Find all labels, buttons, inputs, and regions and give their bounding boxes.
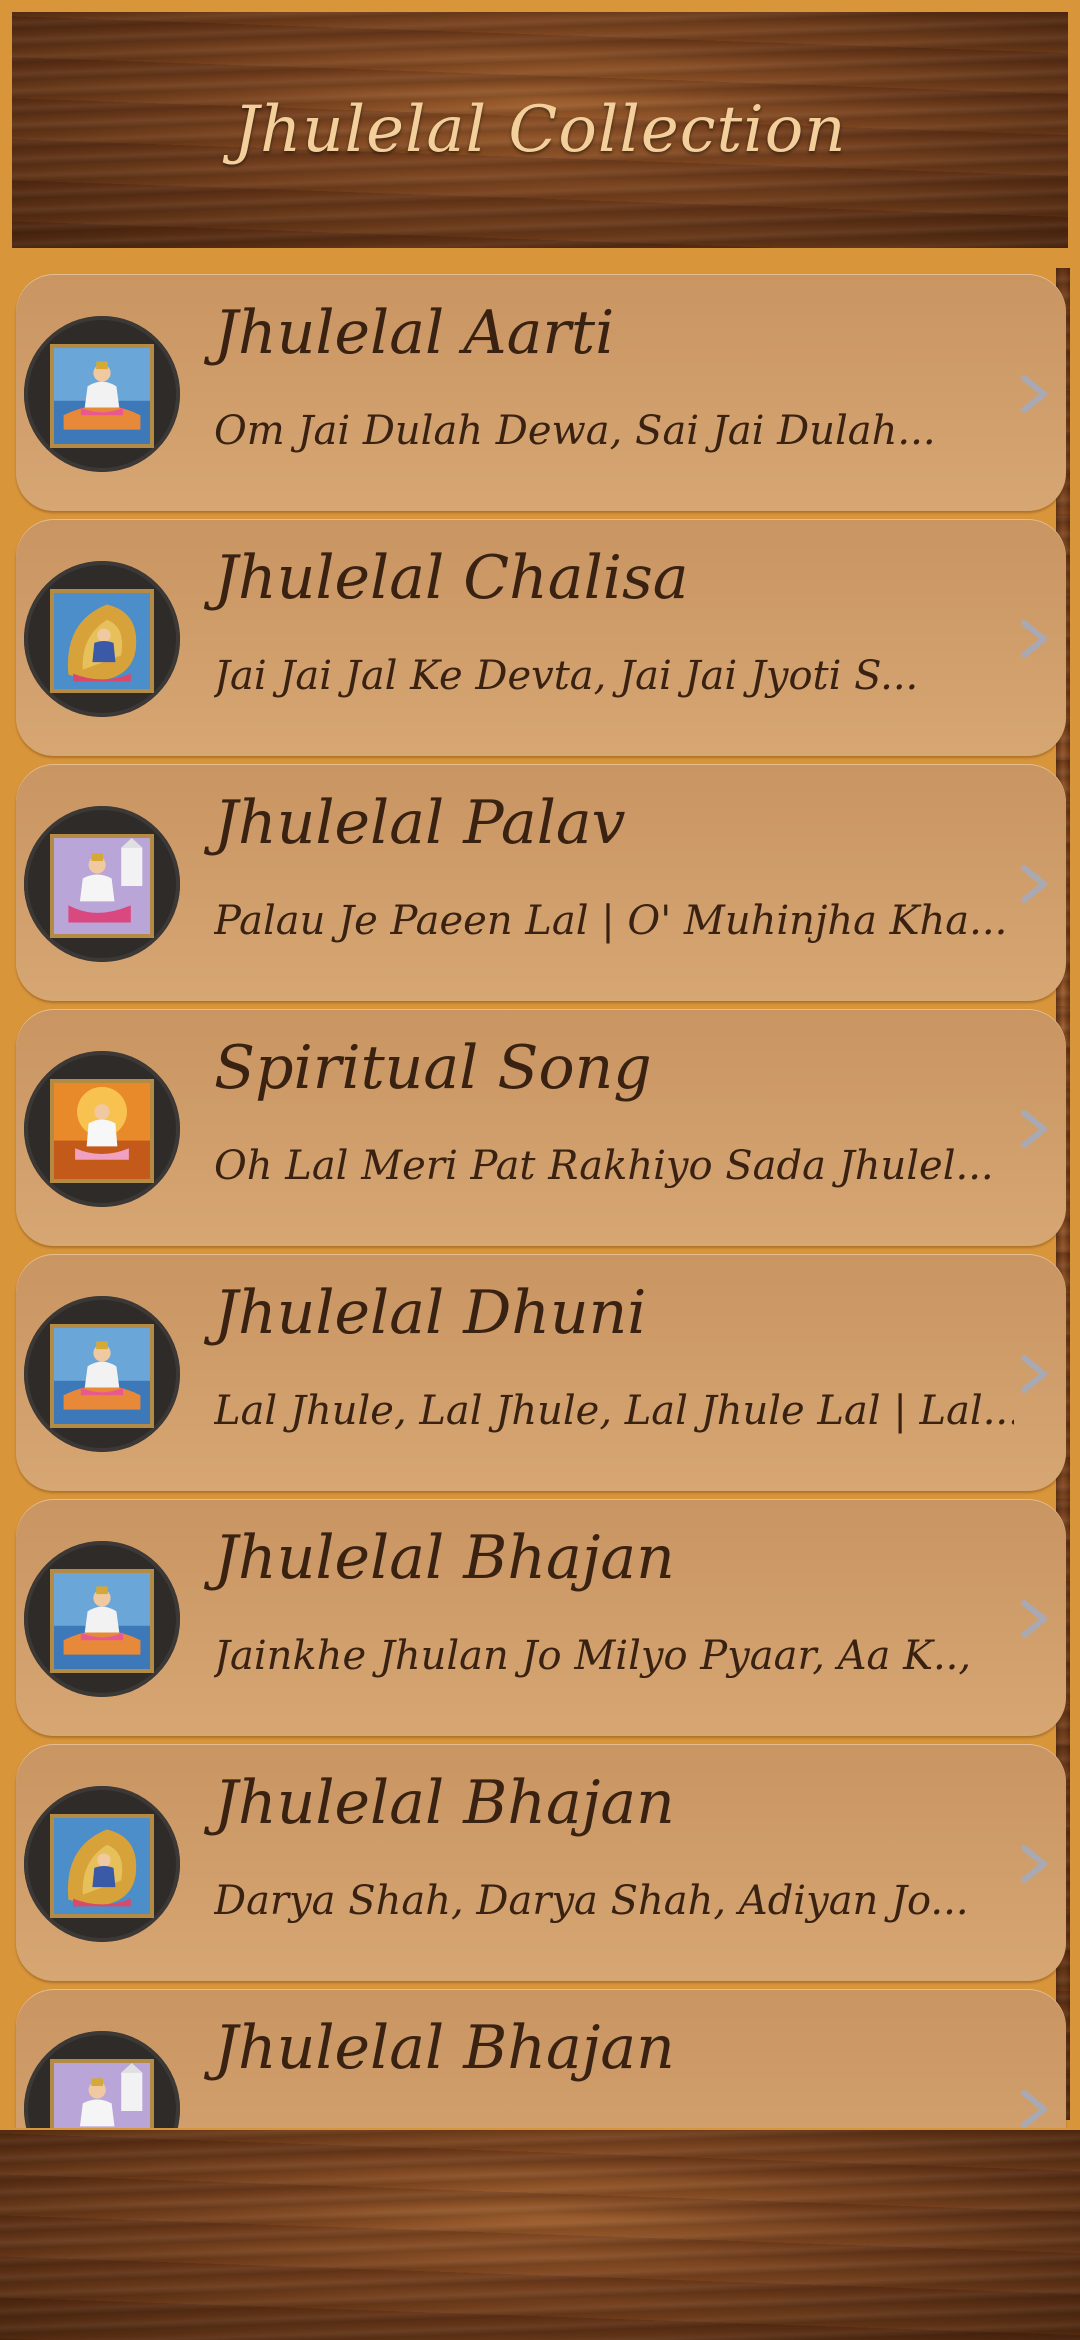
item-subtitle: Darya Shah, Darya Shah, Adiyan Jo... bbox=[214, 1878, 969, 1924]
thumbnail-image bbox=[50, 834, 154, 938]
thumbnail-image bbox=[50, 589, 154, 693]
thumbnail-frame bbox=[24, 561, 180, 717]
thumbnail-frame bbox=[24, 1786, 180, 1942]
chevron-right-icon bbox=[1016, 1599, 1052, 1639]
item-subtitle: Jainkhe Jhulan Jo Milyo Pyaar, Aa K.., bbox=[214, 1633, 972, 1679]
item-title: Jhulelal Bhajan bbox=[214, 1523, 675, 1593]
thumbnail-frame bbox=[24, 2031, 180, 2128]
list-item[interactable]: Jhulelal Dhuni Lal Jhule, Lal Jhule, Lal … bbox=[16, 1254, 1066, 1491]
thumbnail-image bbox=[50, 1814, 154, 1918]
thumbnail-frame bbox=[24, 1296, 180, 1452]
item-subtitle: Lal Jhule, Lal Jhule, Lal Jhule Lal | La… bbox=[214, 1388, 1014, 1434]
song-list[interactable]: Jhulelal Aarti Om Jai Dulah Dewa, Sai Jai… bbox=[0, 262, 1080, 2128]
thumbnail-frame bbox=[24, 1541, 180, 1697]
footer-background bbox=[0, 2130, 1080, 2340]
list-item[interactable]: Jhulelal Bhajan Jainkhe Jhulan Jo Milyo P… bbox=[16, 1499, 1066, 1736]
item-title: Jhulelal Bhajan bbox=[214, 1768, 675, 1838]
thumbnail-frame bbox=[24, 806, 180, 962]
item-title: Jhulelal Bhajan bbox=[214, 2013, 675, 2083]
item-title: Jhulelal Aarti bbox=[214, 298, 615, 368]
chevron-right-icon bbox=[1016, 619, 1052, 659]
item-title: Jhulelal Dhuni bbox=[214, 1278, 647, 1348]
chevron-right-icon bbox=[1016, 1354, 1052, 1394]
thumbnail-frame bbox=[24, 1051, 180, 1207]
item-title: Spiritual Song bbox=[214, 1033, 652, 1103]
thumbnail-image bbox=[50, 2059, 154, 2128]
app-header: Jhulelal Collection bbox=[12, 12, 1068, 248]
item-title: Jhulelal Palav bbox=[214, 788, 626, 858]
item-subtitle: Om Jai Dulah Dewa, Sai Jai Dulah... bbox=[214, 408, 936, 454]
chevron-right-icon bbox=[1016, 1109, 1052, 1149]
list-item[interactable]: Jhulelal Bhajan Darya Shah, Darya Shah, A… bbox=[16, 1744, 1066, 1981]
list-item[interactable]: Jhulelal Palav Palau Je Paeen Lal | O' Mu… bbox=[16, 764, 1066, 1001]
thumbnail-image bbox=[50, 344, 154, 448]
thumbnail-image bbox=[50, 1324, 154, 1428]
list-item[interactable]: Spiritual Song Oh Lal Meri Pat Rakhiyo Sa… bbox=[16, 1009, 1066, 1246]
thumbnail-frame bbox=[24, 316, 180, 472]
item-subtitle: Palau Je Paeen Lal | O' Muhinjha Kha... bbox=[214, 898, 1008, 944]
item-title: Jhulelal Chalisa bbox=[214, 543, 689, 613]
item-subtitle: Jai Jai Jal Ke Devta, Jai Jai Jyoti S... bbox=[214, 653, 919, 699]
list-item[interactable]: Jhulelal Aarti Om Jai Dulah Dewa, Sai Jai… bbox=[16, 274, 1066, 511]
thumbnail-image bbox=[50, 1569, 154, 1673]
thumbnail-image bbox=[50, 1079, 154, 1183]
list-item[interactable]: Jhulelal Bhajan bbox=[16, 1989, 1066, 2128]
chevron-right-icon bbox=[1016, 864, 1052, 904]
item-subtitle: Oh Lal Meri Pat Rakhiyo Sada Jhulel... bbox=[214, 1143, 994, 1189]
chevron-right-icon bbox=[1016, 1844, 1052, 1884]
chevron-right-icon bbox=[1016, 374, 1052, 414]
chevron-right-icon bbox=[1016, 2089, 1052, 2128]
page-title: Jhulelal Collection bbox=[233, 93, 847, 167]
list-item[interactable]: Jhulelal Chalisa Jai Jai Jal Ke Devta, Ja… bbox=[16, 519, 1066, 756]
